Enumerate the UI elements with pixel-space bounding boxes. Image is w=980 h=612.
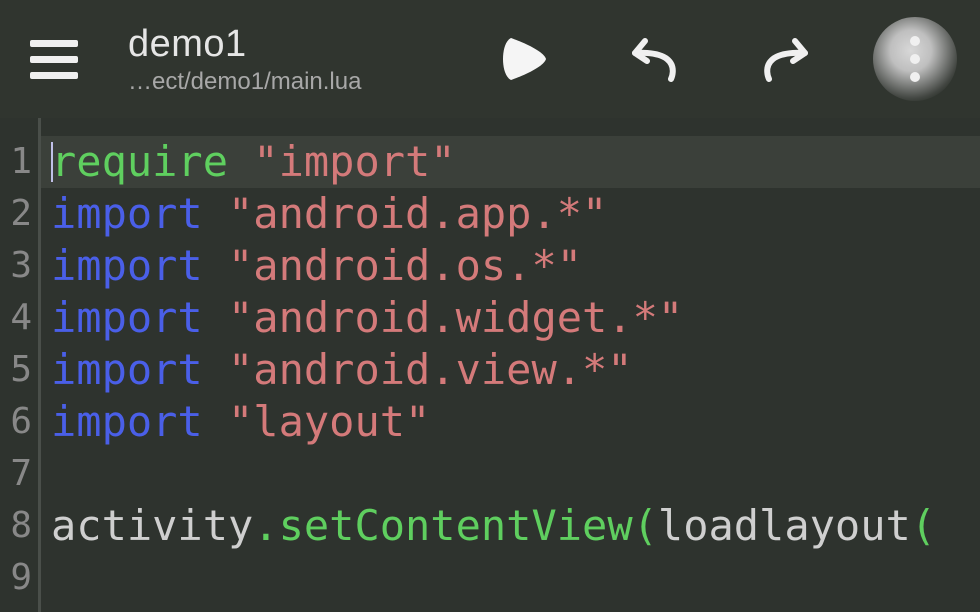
code-token: "import" xyxy=(253,136,455,188)
line-number: 9 xyxy=(0,552,32,604)
code-line[interactable] xyxy=(51,552,980,604)
line-number: 4 xyxy=(0,292,32,344)
code-line[interactable]: import "layout" xyxy=(51,396,980,448)
code-token: . xyxy=(253,500,278,552)
line-number: 8 xyxy=(0,500,32,552)
code-token: ( xyxy=(911,500,936,552)
code-line[interactable]: import "android.os.*" xyxy=(51,240,980,292)
code-line[interactable]: import "android.widget.*" xyxy=(51,292,980,344)
redo-button[interactable] xyxy=(740,14,830,104)
code-token: import xyxy=(51,188,228,240)
code-token: ( xyxy=(633,500,658,552)
code-line[interactable]: activity.setContentView(loadlayout( xyxy=(51,500,980,552)
code-token: import xyxy=(51,396,228,448)
code-token: import xyxy=(51,240,228,292)
redo-icon xyxy=(757,31,813,87)
code-line[interactable]: require "import" xyxy=(41,136,980,188)
line-number: 7 xyxy=(0,448,32,500)
code-line[interactable]: import "android.app.*" xyxy=(51,188,980,240)
line-number: 3 xyxy=(0,240,32,292)
code-editor[interactable]: 123456789 require "import"import "androi… xyxy=(0,118,980,612)
play-button[interactable] xyxy=(480,14,570,104)
file-title: demo1 xyxy=(128,23,361,66)
play-icon xyxy=(497,31,553,87)
line-gutter: 123456789 xyxy=(0,118,38,612)
file-subtitle: …ect/demo1/main.lua xyxy=(128,68,361,96)
menu-icon[interactable] xyxy=(30,40,90,79)
code-token: setContentView xyxy=(279,500,633,552)
code-area[interactable]: require "import"import "android.app.*"im… xyxy=(41,118,980,612)
file-title-block[interactable]: demo1 …ect/demo1/main.lua xyxy=(128,23,361,96)
line-number: 1 xyxy=(0,136,32,188)
more-icon xyxy=(905,31,925,87)
code-token: "android.app.*" xyxy=(228,188,607,240)
text-caret xyxy=(51,142,53,182)
more-button[interactable] xyxy=(870,14,960,104)
code-line[interactable] xyxy=(51,448,980,500)
code-line[interactable]: import "android.view.*" xyxy=(51,344,980,396)
code-token: import xyxy=(51,292,228,344)
code-token: loadlayout xyxy=(658,500,911,552)
code-token: import xyxy=(51,344,228,396)
line-number: 2 xyxy=(0,188,32,240)
code-token: require xyxy=(51,136,253,188)
line-number: 5 xyxy=(0,344,32,396)
line-number: 6 xyxy=(0,396,32,448)
code-token: "android.widget.*" xyxy=(228,292,683,344)
undo-icon xyxy=(627,31,683,87)
code-token: "android.view.*" xyxy=(228,344,633,396)
app-toolbar: demo1 …ect/demo1/main.lua xyxy=(0,0,980,118)
code-token: "layout" xyxy=(228,396,430,448)
code-token: activity xyxy=(51,500,253,552)
undo-button[interactable] xyxy=(610,14,700,104)
code-token: "android.os.*" xyxy=(228,240,582,292)
